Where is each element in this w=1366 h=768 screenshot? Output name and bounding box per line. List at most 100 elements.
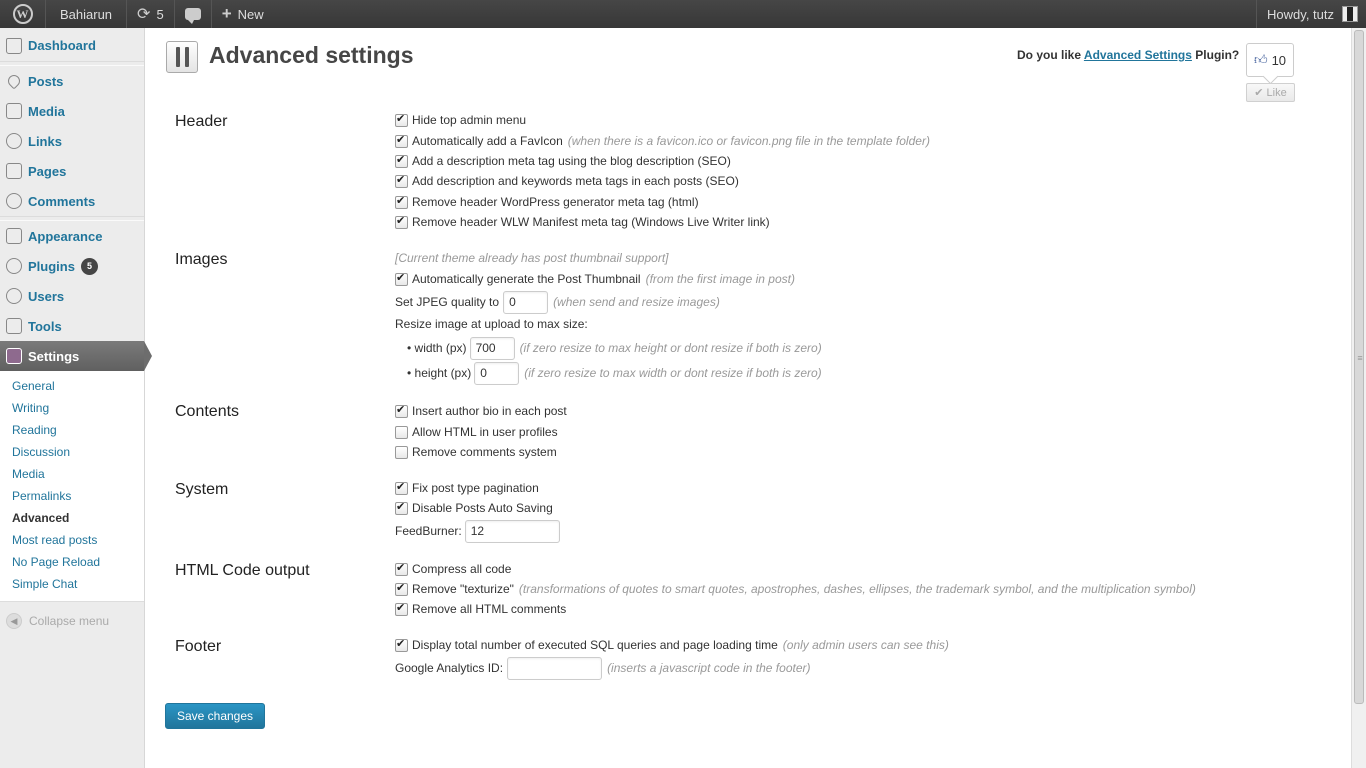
like-count: 10 [1271,52,1287,68]
google-analytics-input[interactable] [507,656,603,680]
sidebar-item-media[interactable]: Media [0,96,144,126]
sidebar-item-label: Dashboard [28,38,96,53]
submenu-media[interactable]: Media [0,463,144,485]
option-label: Set JPEG quality to [395,295,500,309]
option-label: Remove comments system [412,445,557,459]
checkbox[interactable] [395,173,408,188]
option-hint: (inserts a javascript code in the footer… [607,661,811,675]
site-name-link[interactable]: Bahiarun [46,0,128,28]
option-label: Remove header WordPress generator meta t… [412,195,699,209]
tools-icon [6,318,22,334]
option-label: Automatically generate the Post Thumbnai… [412,272,641,286]
refresh-icon: ⟳ [137,6,151,23]
users-icon [6,288,22,304]
checkbox[interactable] [395,403,408,418]
thumbs-up-icon: 👍︎ [1253,52,1268,67]
submenu-reading[interactable]: Reading [0,419,144,441]
option-disable-autosave: Disable Posts Auto Saving [395,498,553,518]
collapse-menu-button[interactable]: ◀ Collapse menu [0,606,144,636]
option-google-analytics: Google Analytics ID: (inserts a javascri… [395,656,811,680]
images-note: [Current theme already has post thumbnai… [395,248,668,268]
like-button-label: Like [1266,86,1287,99]
submenu-permalinks[interactable]: Permalinks [0,485,144,507]
checkbox[interactable] [395,425,408,439]
save-changes-button[interactable]: Save changes [165,703,265,729]
checkbox[interactable] [395,214,408,229]
resize-width-input[interactable]: 700 [469,336,515,360]
comments-link[interactable] [175,0,212,28]
jpeg-quality-input[interactable]: 0 [503,290,549,314]
section-title-header: Header [175,113,228,130]
checkbox[interactable] [395,153,408,168]
resize-label-row: Resize image at upload to max size: [395,314,588,334]
sidebar-item-plugins[interactable]: Plugins 5 [0,251,144,281]
checkbox[interactable] [395,561,408,576]
sidebar-item-dashboard[interactable]: Dashboard [0,30,144,61]
plus-icon: + [221,4,232,23]
checkbox[interactable] [395,112,408,127]
submenu-most-read-posts[interactable]: Most read posts [0,529,144,551]
option-label: Disable Posts Auto Saving [412,501,553,515]
sidebar-item-settings[interactable]: Settings [0,341,152,371]
sidebar-item-pages[interactable]: Pages [0,156,144,186]
sidebar-item-links[interactable]: Links [0,126,144,156]
option-jpeg-quality: Set JPEG quality to 0 (when send and res… [395,290,720,314]
page-scrollbar[interactable] [1351,28,1366,768]
option-sql-queries: Display total number of executed SQL que… [395,635,949,655]
checkbox[interactable] [395,194,408,209]
advanced-settings-plugin-link[interactable]: Advanced Settings [1084,48,1192,62]
submenu-general[interactable]: General [0,375,144,397]
option-description-meta: Add a description meta tag using the blo… [395,151,731,171]
option-resize-width: • width (px) 700 (if zero resize to max … [407,336,822,360]
sidebar-item-posts[interactable]: Posts [0,66,144,96]
new-content-link[interactable]: + New [212,0,274,28]
checkbox[interactable] [395,637,408,652]
option-label: Add description and keywords meta tags i… [412,174,739,188]
like-count-box: 👍︎ 10 [1246,43,1294,77]
updates-link[interactable]: ⟳ 5 [127,0,175,28]
submenu-discussion[interactable]: Discussion [0,441,144,463]
pages-icon [6,163,22,179]
like-button[interactable]: ✔ Like [1246,83,1295,102]
checkbox[interactable] [395,445,408,459]
sidebar-item-label: Media [28,103,65,119]
plugins-update-badge: 5 [80,257,98,275]
sidebar-item-users[interactable]: Users [0,281,144,311]
option-label: Add a description meta tag using the blo… [412,154,731,168]
checkbox[interactable] [395,500,408,515]
sidebar-item-appearance[interactable]: Appearance [0,221,144,251]
checkbox[interactable] [395,133,408,148]
submenu-writing[interactable]: Writing [0,397,144,419]
checkbox[interactable] [395,480,408,495]
media-icon [6,103,22,119]
link-icon [6,133,22,149]
feedburner-input[interactable]: 12 [464,519,560,543]
appearance-icon [6,228,22,244]
like-prompt: Do you like Advanced Settings Plugin? [1017,48,1239,62]
checkbox[interactable] [395,271,408,286]
sidebar-item-tools[interactable]: Tools [0,311,144,341]
checkbox[interactable] [395,601,408,616]
page-title: Advanced settings [209,42,414,68]
submenu-advanced[interactable]: Advanced [0,507,144,529]
submenu-no-page-reload[interactable]: No Page Reload [0,551,144,573]
option-label: Insert author bio in each post [412,404,567,418]
account-menu[interactable]: Howdy, tutz [1256,0,1366,28]
option-label: Hide top admin menu [412,113,527,127]
submenu-simple-chat[interactable]: Simple Chat [0,573,144,595]
settings-submenu: General Writing Reading Discussion Media… [0,371,144,602]
option-label: Remove "texturize" [412,582,514,596]
sidebar-item-label: Users [28,288,65,304]
option-favicon: Automatically add a FavIcon (when there … [395,131,930,151]
sidebar-item-label: Comments [28,193,96,209]
collapse-arrow-icon: ◀ [6,613,22,629]
scrollbar-thumb[interactable] [1354,30,1365,704]
wordpress-logo-icon[interactable]: W [0,0,46,28]
resize-height-input[interactable]: 0 [474,361,520,385]
option-hint: (when there is a favicon.ico or favicon.… [567,134,930,148]
sidebar-item-comments[interactable]: Comments [0,186,144,216]
sidebar-item-label: Settings [28,348,80,364]
checkbox[interactable] [395,581,408,596]
option-label: Remove header WLW Manifest meta tag (Win… [412,215,770,229]
option-resize-height: • height (px) 0 (if zero resize to max w… [407,361,822,385]
